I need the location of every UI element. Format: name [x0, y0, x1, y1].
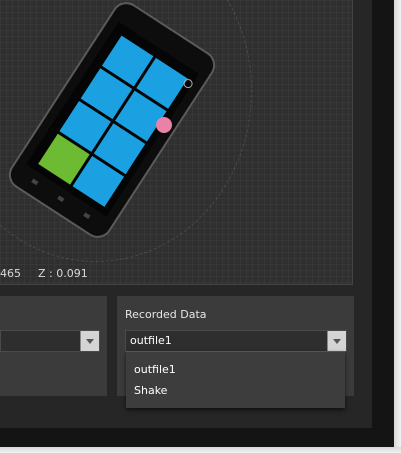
- phone-3d-model[interactable]: [0, 0, 352, 284]
- chevron-down-icon[interactable]: [327, 331, 346, 351]
- accelerometer-panel: 465 Z : 0.091: [0, 0, 353, 285]
- recorded-data-combo[interactable]: outfile1: [125, 330, 347, 352]
- chevron-down-icon[interactable]: [80, 331, 99, 351]
- recorded-data-value: outfile1: [130, 334, 172, 347]
- y-readout: 465: [0, 267, 21, 280]
- left-combo[interactable]: [0, 330, 100, 352]
- dropdown-option[interactable]: outfile1: [134, 363, 176, 376]
- dropdown-option[interactable]: Shake: [134, 384, 167, 397]
- touch-marker[interactable]: [156, 117, 172, 133]
- recorded-data-dropdown-list: outfile1 Shake: [126, 351, 345, 408]
- window-shadow-right: [394, 0, 401, 453]
- recorded-data-title: Recorded Data: [125, 308, 207, 321]
- window-shadow-bottom: [0, 447, 401, 453]
- left-panel: [0, 296, 107, 396]
- z-readout: Z : 0.091: [38, 267, 88, 280]
